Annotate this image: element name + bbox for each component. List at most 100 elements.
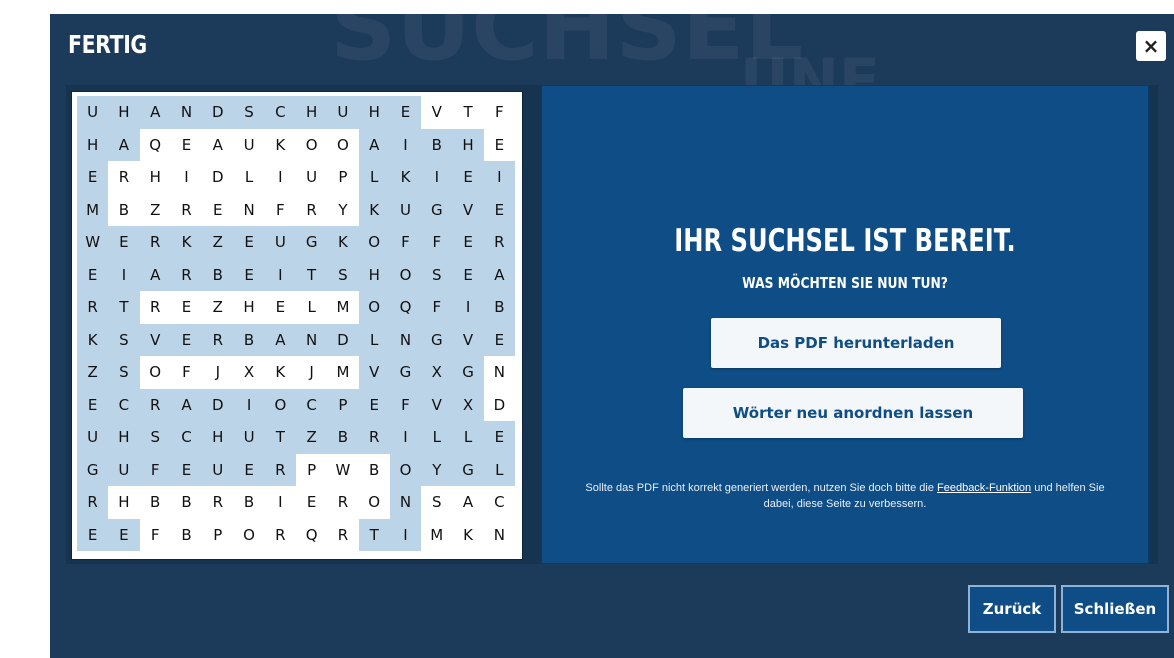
grid-cell: E: [494, 135, 505, 154]
grid-cell: K: [327, 226, 359, 259]
grid-cell: B: [483, 291, 515, 324]
grid-cell: I: [278, 168, 283, 187]
grid-cell: A: [462, 493, 474, 512]
grid-cell: D: [327, 323, 359, 356]
grid-cell: H: [108, 96, 140, 129]
grid-cell: E: [389, 96, 422, 129]
grid-cell: F: [150, 525, 160, 544]
grid-cell: G: [77, 453, 109, 486]
grid-cell: T: [108, 291, 140, 324]
content-panel: UHANDSCHUHEVTFHAQEAUKOOAIBHEERHIDLIUPLKI…: [66, 85, 1158, 564]
grid-cell: G: [452, 356, 484, 389]
grid-cell: E: [108, 518, 140, 551]
grid-cell: U: [108, 453, 140, 486]
feedback-note-text: Sollte das PDF nicht korrekt generiert w…: [585, 482, 937, 494]
back-button[interactable]: Zurück: [968, 585, 1056, 633]
grid-cell: B: [181, 493, 192, 512]
grid-cell: K: [463, 525, 473, 544]
grid-cell: F: [182, 363, 191, 382]
close-icon[interactable]: ×: [1136, 31, 1166, 61]
grid-cell: N: [243, 200, 255, 219]
grid-cell: J: [309, 363, 314, 382]
grid-cell: K: [170, 226, 203, 259]
grid-cell: O: [149, 363, 162, 382]
grid-cell: L: [483, 453, 515, 486]
grid-cell: O: [389, 453, 422, 486]
grid-cell: B: [421, 128, 453, 161]
feedback-link[interactable]: Feedback-Funktion: [937, 482, 1031, 494]
grid-cell: F: [495, 103, 504, 122]
grid-cell: U: [389, 193, 422, 226]
grid-cell: H: [108, 421, 140, 454]
grid-cell: U: [264, 226, 296, 259]
grid-cell: B: [243, 493, 255, 512]
grid-cell: G: [296, 226, 328, 259]
grid-cell: Q: [305, 525, 318, 544]
ready-subheading: WAS MÖCHTEN SIE NUN TUN?: [742, 274, 948, 292]
grid-cell: B: [369, 460, 380, 479]
grid-cell: S: [233, 96, 265, 129]
grid-cell: V: [358, 356, 390, 389]
grid-cell: M: [336, 298, 350, 317]
grid-cell: Z: [202, 226, 234, 259]
grid-cell: C: [170, 421, 203, 454]
grid-cell: I: [389, 128, 422, 161]
word-search-preview: UHANDSCHUHEVTFHAQEAUKOOAIBHEERHIDLIUPLKI…: [71, 91, 523, 560]
grid-cell: X: [243, 363, 255, 382]
grid-cell: H: [77, 128, 109, 161]
grid-cell: I: [389, 421, 422, 454]
grid-cell: C: [264, 96, 296, 129]
grid-cell: H: [452, 128, 484, 161]
grid-cell: E: [77, 258, 109, 291]
download-pdf-button[interactable]: Das PDF herunterladen: [711, 318, 1001, 368]
grid-cell: Q: [389, 291, 422, 324]
grid-cell: I: [389, 518, 422, 551]
grid-cell: I: [421, 161, 453, 194]
grid-cell: K: [358, 193, 390, 226]
grid-cell: E: [306, 493, 317, 512]
grid-cell: E: [452, 258, 484, 291]
grid-cell: X: [421, 356, 453, 389]
grid-cell: N: [296, 323, 328, 356]
grid-cell: L: [244, 168, 254, 187]
grid-cell: U: [233, 421, 265, 454]
grid-cell: A: [139, 96, 171, 129]
grid-cell: N: [389, 486, 422, 519]
grid-cell: D: [202, 96, 234, 129]
grid-cell: E: [181, 298, 192, 317]
grid-cell: R: [139, 226, 171, 259]
grid-cell: A: [139, 258, 171, 291]
grid-cell: A: [358, 128, 390, 161]
grid-cell: E: [77, 388, 109, 421]
grid-cell: P: [327, 388, 359, 421]
ready-heading: IHR SUCHSEL IST BEREIT.: [674, 223, 1016, 259]
feedback-note: Sollte das PDF nicht korrekt generiert w…: [572, 480, 1118, 512]
grid-cell: L: [452, 421, 484, 454]
grid-cell: Y: [338, 200, 348, 219]
grid-cell: S: [108, 356, 140, 389]
grid-cell: O: [243, 525, 255, 544]
grid-cell: U: [243, 135, 255, 154]
grid-cell: R: [118, 168, 130, 187]
grid-cell: R: [139, 388, 171, 421]
grid-cell: O: [389, 258, 422, 291]
ready-panel: IHR SUCHSEL IST BEREIT. WAS MÖCHTEN SIE …: [541, 85, 1149, 564]
letter-grid: UHANDSCHUHEVTFHAQEAUKOOAIBHEERHIDLIUPLKI…: [77, 96, 515, 551]
grid-cell: R: [149, 298, 161, 317]
grid-cell: L: [358, 323, 390, 356]
grid-cell: I: [108, 258, 140, 291]
grid-cell: A: [108, 128, 140, 161]
grid-cell: G: [389, 356, 422, 389]
grid-cell: T: [264, 421, 296, 454]
grid-cell: A: [264, 323, 296, 356]
grid-cell: D: [202, 388, 234, 421]
grid-cell: E: [483, 421, 515, 454]
grid-cell: H: [358, 258, 390, 291]
grid-cell: M: [430, 525, 444, 544]
grid-cell: G: [452, 453, 484, 486]
grid-cell: S: [432, 493, 442, 512]
rearrange-words-button[interactable]: Wörter neu anordnen lassen: [683, 388, 1023, 438]
close-button[interactable]: Schließen: [1061, 585, 1169, 633]
grid-cell: U: [202, 453, 234, 486]
grid-cell: N: [493, 363, 505, 382]
